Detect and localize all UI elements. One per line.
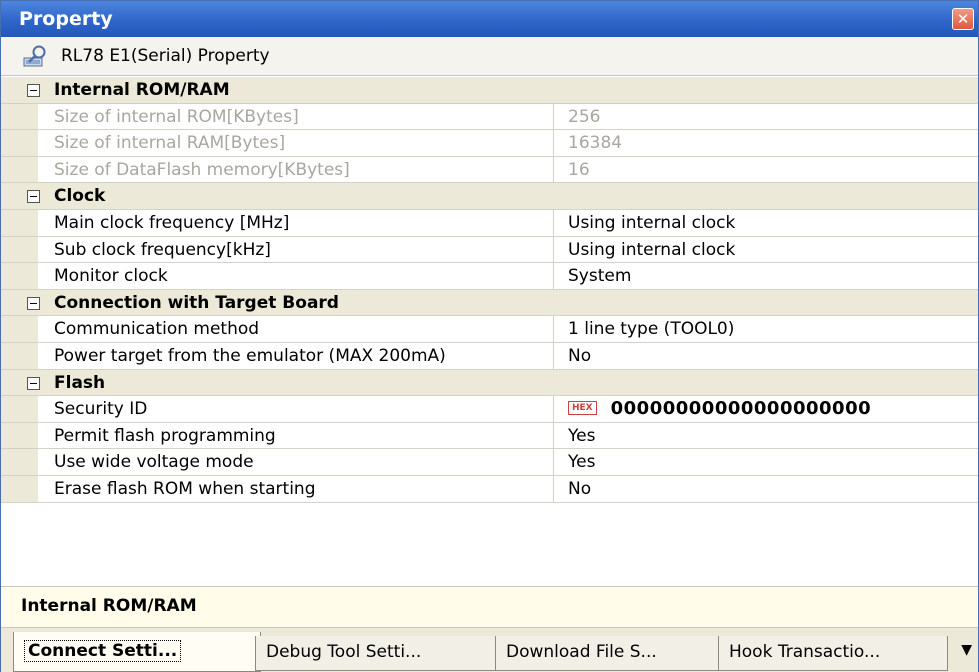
row-gutter [1, 263, 38, 289]
collapse-icon[interactable] [27, 296, 40, 310]
property-name: Communication method [54, 316, 554, 342]
category-row[interactable]: Clock [1, 183, 978, 210]
collapse-icon[interactable] [27, 190, 40, 204]
tab-strip: ▼ Connect Setti... Debug Tool Setti... Dow… [1, 628, 978, 672]
category-label: Flash [54, 372, 106, 393]
property-name: Monitor clock [54, 263, 554, 289]
property-value[interactable]: Yes [568, 449, 595, 475]
category-label: Internal ROM/RAM [54, 80, 230, 100]
property-value: 16 [568, 159, 590, 180]
property-row[interactable]: Use wide voltage mode Yes [1, 449, 978, 476]
tab-2[interactable]: Download File S... [495, 636, 725, 671]
property-name: Use wide voltage mode [54, 449, 554, 475]
property-name: Security ID [54, 396, 554, 422]
tab-label: Hook Transactio... [729, 642, 881, 662]
row-gutter [1, 156, 38, 183]
description-text: Internal ROM/RAM [21, 596, 197, 616]
property-row[interactable]: Communication method 1 line type (TOOL0) [1, 316, 978, 343]
tab-0[interactable]: Connect Setti... [13, 632, 261, 672]
collapse-icon[interactable] [27, 376, 40, 390]
row-gutter [1, 342, 38, 369]
row-gutter [1, 130, 38, 156]
property-value[interactable]: Using internal clock [568, 237, 735, 263]
category-label: Clock [54, 186, 106, 207]
row-gutter [1, 209, 38, 236]
property-row[interactable]: Security ID HEX 00000000000000000000 [1, 396, 978, 423]
security-id-value: 00000000000000000000 [610, 398, 872, 420]
property-value[interactable]: Using internal clock [568, 210, 735, 236]
row-gutter [1, 449, 38, 475]
property-value[interactable]: System [568, 263, 631, 289]
property-name: Main clock frequency [MHz] [54, 209, 554, 236]
row-gutter [1, 316, 38, 342]
property-grid: Internal ROM/RAM Size of internal ROM[KBy… [1, 77, 978, 503]
collapse-icon[interactable] [27, 84, 40, 97]
property-row[interactable]: Main clock frequency [MHz] Using internal… [1, 209, 978, 237]
property-name: Permit flash programming [54, 422, 554, 449]
tab-1[interactable]: Debug Tool Setti... [255, 636, 503, 671]
property-value[interactable]: No [568, 343, 591, 369]
property-name: Sub clock frequency[kHz] [54, 236, 554, 263]
property-row: Size of internal ROM[KBytes] 256 [1, 103, 978, 131]
category-row[interactable]: Connection with Target Board [1, 289, 978, 317]
tab-scroll-icon[interactable]: ▼ [961, 642, 972, 658]
tab-3[interactable]: Hook Transactio... [718, 636, 948, 671]
category-label: Connection with Target Board [54, 292, 339, 313]
window-title: Property [19, 8, 113, 30]
property-row[interactable]: Power target from the emulator (MAX 200m… [1, 342, 978, 370]
row-gutter [1, 396, 38, 422]
title-bar: Property ✕ [1, 1, 978, 37]
category-row[interactable]: Internal ROM/RAM [1, 77, 978, 104]
row-gutter [1, 103, 38, 130]
close-button[interactable]: ✕ [952, 8, 974, 30]
property-value: 256 [568, 106, 601, 127]
row-gutter [1, 475, 38, 502]
property-value[interactable]: No [568, 476, 591, 502]
row-gutter [1, 236, 38, 263]
property-value[interactable]: Yes [568, 423, 595, 449]
close-icon: ✕ [956, 10, 970, 28]
property-name: Size of DataFlash memory[KBytes] [54, 156, 554, 183]
property-row[interactable]: Erase flash ROM when starting No [1, 475, 978, 503]
property-name: Size of internal RAM[Bytes] [54, 130, 554, 156]
property-value: 16384 [568, 133, 623, 154]
tab-label: Connect Setti... [24, 640, 182, 662]
property-name: Erase flash ROM when starting [54, 475, 554, 502]
category-row[interactable]: Flash [1, 369, 978, 397]
property-row: Size of internal RAM[Bytes] 16384 [1, 130, 978, 157]
property-icon [23, 45, 46, 67]
property-header-title: RL78 E1(Serial) Property [61, 46, 270, 66]
property-value[interactable]: 1 line type (TOOL0) [568, 316, 734, 342]
tab-label: Download File S... [506, 642, 657, 662]
property-row[interactable]: Sub clock frequency[kHz] Using internal c… [1, 236, 978, 264]
property-row[interactable]: Permit flash programming Yes [1, 422, 978, 450]
row-gutter [1, 422, 38, 449]
hex-badge-icon: HEX [568, 400, 597, 415]
property-header: RL78 E1(Serial) Property [1, 37, 978, 76]
property-name: Size of internal ROM[KBytes] [54, 103, 554, 130]
tab-label: Debug Tool Setti... [266, 642, 422, 662]
property-value[interactable]: HEX 00000000000000000000 [568, 396, 871, 422]
property-window: Property ✕ RL78 E1(Serial) Property Inte… [0, 0, 979, 672]
description-panel: Internal ROM/RAM [1, 586, 978, 628]
property-name: Power target from the emulator (MAX 200m… [54, 342, 554, 369]
property-row: Size of DataFlash memory[KBytes] 16 [1, 156, 978, 184]
property-row[interactable]: Monitor clock System [1, 263, 978, 290]
